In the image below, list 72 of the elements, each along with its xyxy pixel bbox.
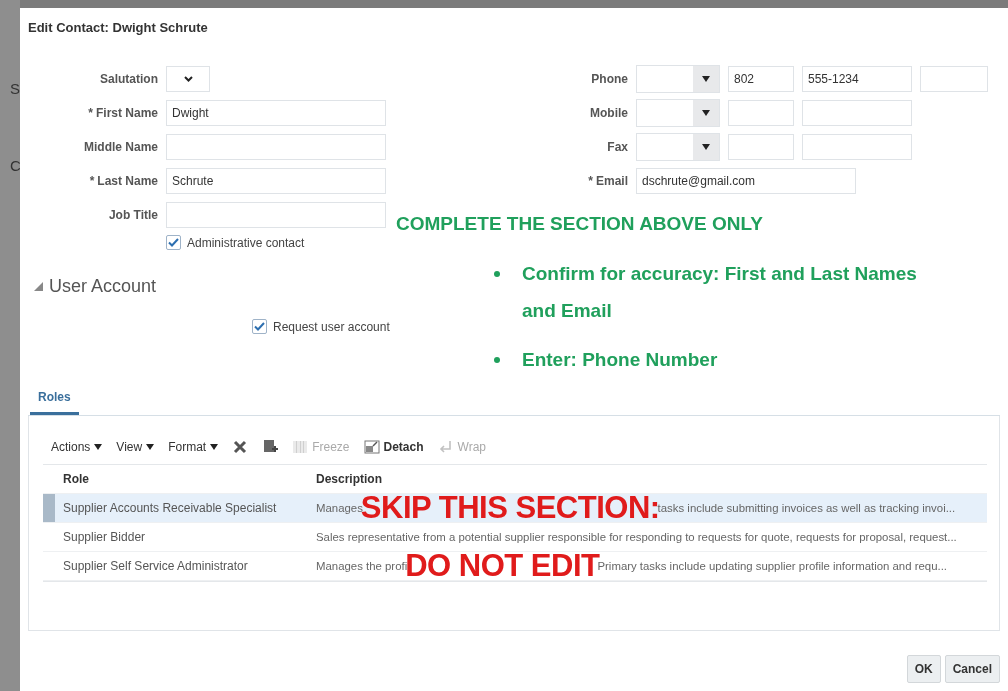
detach-button[interactable]: Detach [363, 439, 424, 455]
text-field[interactable]: Dwight [166, 100, 386, 126]
dialog-title: Edit Contact: Dwight Schrute [28, 20, 209, 35]
checkbox[interactable] [166, 235, 181, 250]
caret-icon [94, 444, 103, 450]
field-label: Job Title [107, 208, 158, 222]
table-cell: tasks include submitting invoices as well as tracking invoi... [657, 502, 956, 514]
background-letter: S [10, 80, 20, 97]
area-code-field[interactable] [728, 100, 794, 126]
field-label: Fax [606, 140, 628, 154]
table-cell: Manages [316, 502, 363, 514]
field-label: Mobile [589, 106, 628, 120]
bullet-dot [494, 357, 500, 363]
phone-number-field[interactable] [802, 134, 912, 160]
close-icon [232, 439, 249, 455]
tab[interactable]: Roles [30, 386, 79, 415]
caret-icon [146, 444, 155, 450]
table-cell-text: Supplier Bidder [63, 530, 147, 544]
add-row-button[interactable] [262, 439, 279, 455]
section-title: User Account [49, 276, 157, 297]
email-field[interactable]: dschrute@gmail.com [636, 168, 856, 194]
checkbox-label: Request user account [273, 319, 390, 334]
caret-icon [702, 76, 710, 82]
background-letter: C [10, 157, 21, 174]
caret-icon [702, 110, 710, 116]
table-cell-text: Supplier Self Service Administrator [63, 559, 249, 573]
field-label: Middle Name [83, 140, 158, 154]
country-code-select[interactable] [636, 65, 720, 93]
ok-button[interactable]: OK [906, 655, 941, 683]
country-code-select[interactable] [636, 133, 720, 161]
phone-number-field[interactable]: 555-1234 [802, 66, 912, 92]
wrap-icon [437, 439, 454, 455]
cancel-button[interactable]: Cancel [944, 655, 1000, 683]
menu-button[interactable]: View [116, 440, 155, 454]
text-field[interactable] [166, 202, 386, 228]
table-cell: Sales representative from a potential supplier responsible for responding to requests for quote, requests for proposal, request... [316, 531, 957, 543]
detach-icon [363, 439, 380, 455]
field-label: * Email [587, 174, 628, 188]
field-label: * First Name [87, 106, 158, 120]
caret-icon [702, 144, 710, 150]
column-header: Role [63, 472, 90, 486]
instruction-text: Confirm for accuracy: First and Last Names and Email [522, 262, 918, 323]
field-label: Salutation [99, 72, 158, 86]
table-cell: Manages the profi [316, 560, 408, 572]
table-row[interactable]: Supplier Bidder Sales representative from a potential supplier responsible for responding to requests for quote, requests for proposal, request... [43, 523, 987, 552]
text-field[interactable] [166, 134, 386, 160]
menu-button[interactable]: Actions [51, 440, 103, 454]
salutation-select[interactable] [166, 66, 210, 92]
menu-button[interactable]: Format [168, 440, 219, 454]
country-code-select[interactable] [636, 99, 720, 127]
instruction-text: Enter: Phone Number [522, 348, 718, 372]
extension-field[interactable] [920, 66, 988, 92]
bullet-dot [494, 271, 500, 277]
text-field[interactable]: Schrute [166, 168, 386, 194]
checkbox-label: Administrative contact [187, 235, 305, 250]
field-label: Phone [590, 72, 628, 86]
add-row-icon [262, 439, 279, 455]
phone-number-field[interactable] [802, 100, 912, 126]
chevron-icon [183, 76, 193, 82]
columns-icon [292, 439, 309, 455]
area-code-field[interactable]: 802 [728, 66, 794, 92]
table-cell-text: Supplier Accounts Receivable Specialist [63, 501, 278, 515]
caret-icon [210, 444, 219, 450]
field-label: * Last Name [88, 174, 158, 188]
area-code-field[interactable] [728, 134, 794, 160]
checkbox[interactable] [252, 319, 267, 334]
instruction-heading: COMPLETE THE SECTION ABOVE ONLY [396, 213, 765, 235]
row-selector[interactable] [43, 494, 55, 522]
table-cell: Primary tasks include updating supplier profile information and requ... [597, 560, 947, 572]
column-header: Description [316, 472, 382, 486]
delete-button[interactable] [232, 439, 249, 455]
expand-triangle-icon[interactable] [34, 282, 43, 291]
